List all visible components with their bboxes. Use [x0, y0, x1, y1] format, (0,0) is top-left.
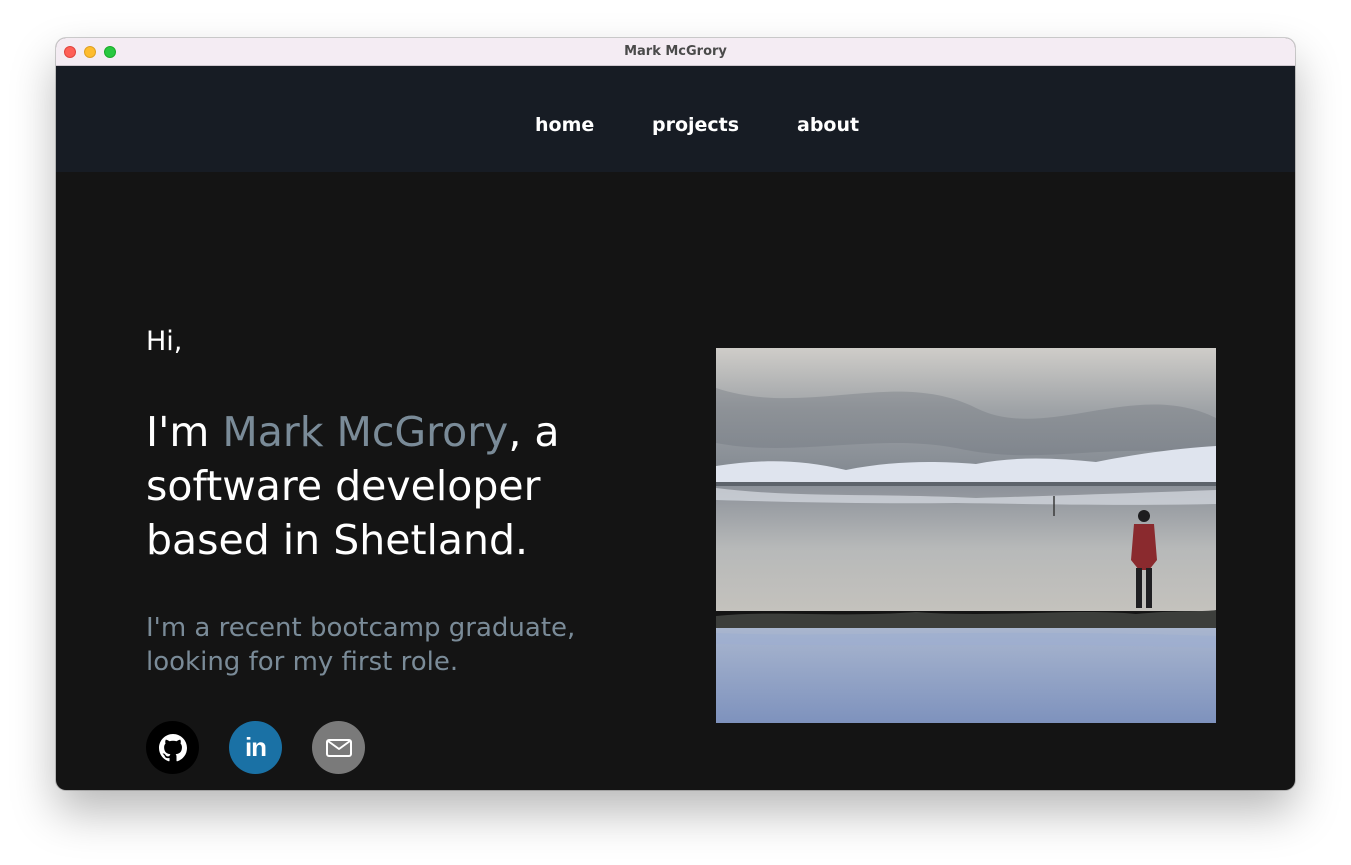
linkedin-icon: in — [244, 732, 267, 762]
profile-photo — [716, 348, 1216, 723]
window-title: Mark McGrory — [624, 44, 727, 59]
title-bar: Mark McGrory — [56, 38, 1295, 66]
browser-window: Mark McGrory home projects about Hi, I'm… — [56, 38, 1295, 790]
nav-projects-link[interactable]: projects — [652, 114, 739, 136]
mail-icon — [325, 738, 353, 758]
greeting-text: Hi, — [146, 326, 183, 357]
github-icon — [158, 733, 187, 762]
email-link-button[interactable] — [312, 721, 365, 774]
linkedin-link-button[interactable]: in — [229, 721, 282, 774]
headline-prefix: I'm — [146, 408, 223, 456]
github-link-button[interactable] — [146, 721, 199, 774]
hero-subtitle: I'm a recent bootcamp graduate, looking … — [146, 613, 576, 677]
nav-home-link[interactable]: home — [535, 114, 594, 136]
navbar: home projects about — [56, 66, 1295, 172]
nav-about-link[interactable]: about — [797, 114, 859, 136]
hero-headline: I'm Mark McGrory, a software developer b… — [146, 405, 616, 567]
developer-name: Mark McGrory — [222, 408, 509, 456]
